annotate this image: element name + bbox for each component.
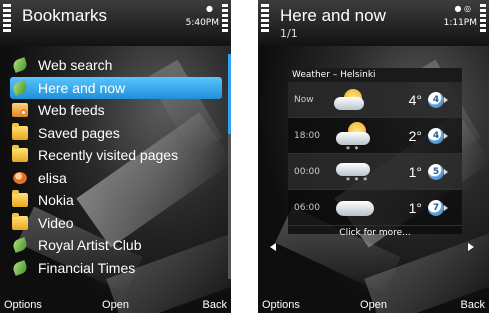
back-softkey[interactable]: Back: [461, 299, 485, 311]
list-item[interactable]: Saved pages: [10, 122, 222, 145]
clock: 5:40PM: [185, 18, 219, 28]
list-item-label: Video: [38, 214, 74, 231]
list-item-label: Royal Artist Club: [38, 237, 142, 254]
snow-cloud-icon: * *: [332, 121, 382, 154]
forecast-temp: 2°: [408, 127, 422, 144]
operator-icon: [13, 171, 27, 184]
forecast-temp: 4°: [408, 91, 422, 108]
list-item[interactable]: Royal Artist Club: [10, 234, 222, 257]
snow-cloud-icon: * * *: [332, 157, 382, 187]
clock: 1:11PM: [443, 18, 477, 28]
page-counter: 1/1: [280, 27, 298, 40]
list-item-label: Web search: [38, 57, 113, 74]
cloud-icon: [332, 193, 382, 223]
folder-icon: [12, 212, 28, 230]
list-item[interactable]: Financial Times: [10, 257, 222, 280]
battery-icon: [480, 4, 486, 44]
alarm-icon: ●: [206, 4, 213, 13]
click-for-more-link[interactable]: Click for more...: [288, 226, 462, 240]
page-title: Bookmarks: [22, 6, 108, 25]
softkey-bar: Options Open Back: [258, 295, 489, 313]
open-softkey[interactable]: Open: [0, 299, 231, 311]
folder-icon: [12, 190, 28, 208]
forecast-row: 18:00 * * 2° 4: [288, 118, 462, 154]
weather-widget[interactable]: Weather – Helsinki Now 4° 4 18:00 * * 2°…: [288, 68, 462, 238]
list-item-label: Financial Times: [38, 259, 136, 276]
list-item-label: Saved pages: [38, 124, 120, 141]
list-item[interactable]: Video: [10, 212, 222, 235]
folder-icon: [12, 145, 28, 163]
list-item-label: Here and now: [38, 79, 126, 96]
here-and-now-screen: Here and now 1/1 ● ◎ 1:11PM Weather – He…: [258, 0, 489, 313]
softkey-bar: Options Open Back: [0, 295, 231, 313]
bookmark-list: Web search Here and now Web feeds Saved …: [10, 54, 222, 279]
page-title: Here and now: [280, 6, 386, 25]
list-item[interactable]: Web feeds: [10, 99, 222, 122]
arrow-left-icon[interactable]: [270, 243, 276, 251]
bookmark-leaf-icon: [11, 237, 29, 254]
list-item-selected[interactable]: Here and now: [10, 76, 222, 99]
title-bar: Here and now 1/1 ● ◎ 1:11PM: [258, 0, 489, 46]
arrow-right-icon[interactable]: [468, 243, 474, 251]
widget-header: Weather – Helsinki: [288, 68, 462, 82]
signal-strength-icon: [3, 4, 11, 44]
sun-cloud-icon: [332, 85, 382, 115]
wind-badge-icon: 4: [428, 127, 448, 144]
forecast-time: 06:00: [294, 202, 320, 213]
wind-badge-icon: 7: [428, 199, 448, 216]
forecast-time: 00:00: [294, 166, 320, 177]
wind-badge-icon: 4: [428, 91, 448, 108]
forecast-temp: 1°: [408, 163, 422, 180]
title-bar: Bookmarks ● 5:40PM: [0, 0, 231, 46]
signal-strength-icon: [261, 4, 269, 44]
alarm-icon: ● ◎: [454, 4, 471, 13]
forecast-row: 00:00 * * * 1° 5: [288, 154, 462, 190]
list-item[interactable]: elisa: [10, 167, 222, 190]
forecast-time: 18:00: [294, 130, 320, 141]
scrollbar-thumb[interactable]: [228, 54, 231, 134]
battery-icon: [222, 4, 228, 44]
back-softkey[interactable]: Back: [203, 299, 227, 311]
list-item[interactable]: Nokia: [10, 189, 222, 212]
list-item[interactable]: Recently visited pages: [10, 144, 222, 167]
folder-icon: [12, 122, 28, 140]
open-softkey[interactable]: Open: [258, 299, 489, 311]
forecast-temp: 1°: [408, 199, 422, 216]
list-item-label: Web feeds: [38, 102, 105, 119]
wind-badge-icon: 5: [428, 163, 448, 180]
bookmarks-screen: Bookmarks ● 5:40PM Web search Here and n…: [0, 0, 231, 313]
list-item[interactable]: Web search: [10, 54, 222, 77]
forecast-row: Now 4° 4: [288, 82, 462, 118]
forecast-time: Now: [294, 94, 314, 105]
bookmark-leaf-icon: [11, 259, 29, 276]
bookmark-leaf-icon: [11, 79, 29, 96]
forecast-row: 06:00 1° 7: [288, 190, 462, 226]
list-item-label: Nokia: [38, 192, 74, 209]
bookmark-leaf-icon: [11, 57, 29, 74]
list-item-label: Recently visited pages: [38, 147, 179, 164]
feed-folder-icon: [12, 103, 28, 118]
list-item-label: elisa: [38, 169, 67, 186]
